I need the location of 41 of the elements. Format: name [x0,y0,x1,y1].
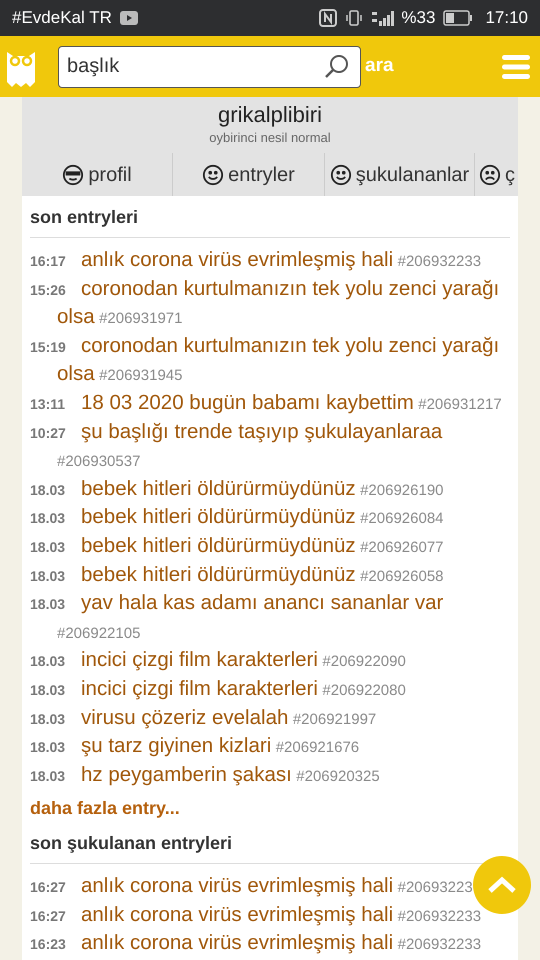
entry-row[interactable]: 13:11 18 03 2020 bugün babamı kaybettim #206931217 [30,390,502,420]
entry-row[interactable]: 18.03 incici çizgi film karakterleri #206922090 [30,648,406,677]
more-entries-link[interactable]: daha fazla entry... [30,791,510,822]
entry-row[interactable]: 16:17 anlık corona virüs evrimleşmiş hali #206932233 [30,248,482,277]
entry-row[interactable]: 18.03 hz peygamberin şakası #206920325 [30,762,380,792]
vibrate-icon [345,9,364,27]
sad-face-icon [479,164,501,186]
nfc-icon [319,9,338,27]
entry-row[interactable]: 16:27 anlık corona virüs evrimleşmiş hali #206932233 [30,902,482,932]
entry-row[interactable]: 18.03 şu tarz giyinen kizlari #206921676 [30,734,360,763]
username: grikalplibiri [218,101,322,129]
entry-row[interactable]: 18.03 incici çizgi film karakterleri #206922080 [30,676,406,706]
profile-tab[interactable]: ç [474,153,517,196]
entry-row[interactable]: 18.03 bebek hitleri öldürürmüydünüz #206926058 [30,562,444,592]
menu-icon[interactable] [502,54,530,80]
entry-row[interactable]: 18.03 virusu çözeriz evelalah #206921997 [30,706,376,734]
notification-text: #EvdeKal TR [12,7,112,30]
entry-row[interactable]: 18.03 yav hala kas adamı anancı sananlar var #206922105 [30,591,510,648]
entry-row[interactable]: 18.03 bebek hitleri öldürürmüydünüz #206926084 [30,505,444,534]
profile-tab[interactable]: şukulananlar [324,153,474,196]
smile-icon [330,164,352,186]
battery-icon [443,10,474,26]
entry-row[interactable]: 15:19 coronodan kurtulmanızın tek yolu zenci yarağı olsa #206931945 [30,334,510,391]
sunglasses-face-icon [62,164,84,186]
user-subtitle: oybirinci nesil normal [209,129,331,147]
search-field[interactable]: başlık [58,46,361,88]
profile-tab[interactable]: profil [22,153,172,196]
section-title: son entryleri [30,196,510,238]
smile-icon [202,164,224,186]
chevron-up-icon [487,876,517,894]
profile-tab[interactable]: entryler [172,153,324,196]
entry-row[interactable]: 16:23 anlık corona virüs evrimleşmiş hali #206932233 [30,931,482,960]
youtube-icon [120,11,138,25]
search-icon[interactable] [323,52,351,80]
entry-row[interactable]: 18.03 bebek hitleri öldürürmüydünüz #206926077 [30,534,444,563]
entry-row[interactable]: 18.03 bebek hitleri öldürürmüydünüz #206926190 [30,476,444,506]
entry-row[interactable]: 15:26 coronodan kurtulmanızın tek yolu zenci yarağı olsa #206931971 [30,276,510,334]
battery-percent: %33 [401,7,436,30]
clock: 17:10 [485,7,528,30]
entry-row[interactable]: 10:27 şu başlığı trende taşıyıp şukulayanlaraa #206930537 [30,420,510,477]
entry-row[interactable]: 16:27 anlık corona virüs evrimleşmiş hali #20693223 [30,874,473,903]
